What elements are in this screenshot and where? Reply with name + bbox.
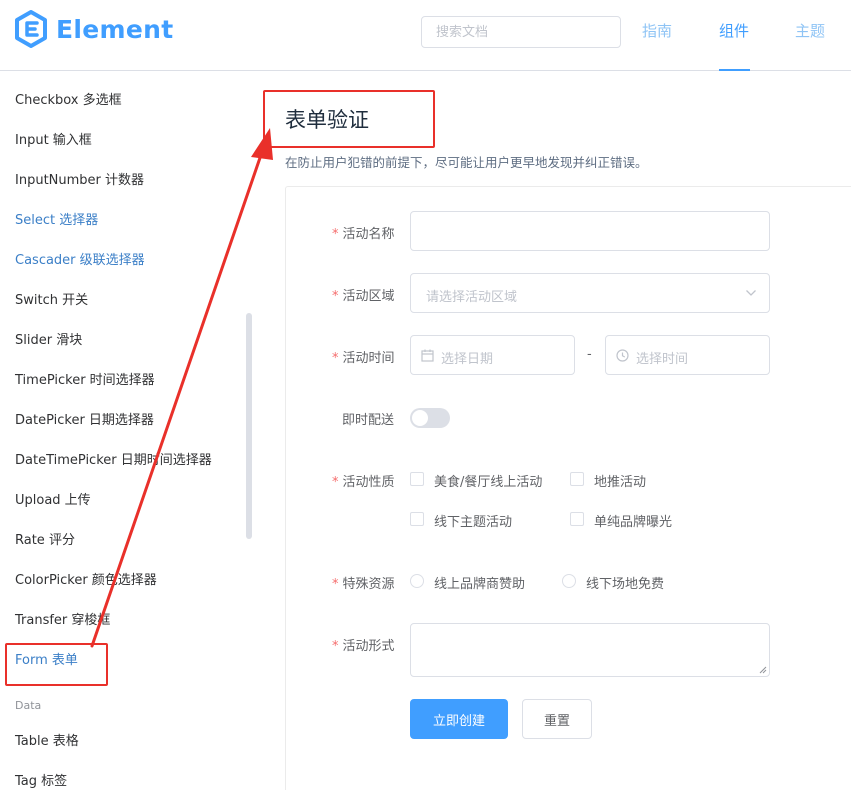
clock-icon — [616, 349, 629, 362]
sidebar-item-timepicker[interactable]: TimePicker 时间选择器 — [15, 369, 155, 388]
search-box[interactable] — [421, 16, 621, 48]
region-placeholder: 请选择活动区域 — [426, 290, 518, 305]
form-label-name: * 活动名称 — [332, 227, 395, 242]
sidebar-item-cascader[interactable]: Cascader 级联选择器 — [15, 249, 145, 268]
search-input[interactable] — [422, 17, 620, 47]
sidebar-item-upload[interactable]: Upload 上传 — [15, 489, 91, 508]
nav-active-indicator — [719, 69, 750, 71]
sidebar-scrollbar[interactable] — [246, 313, 252, 539]
submit-button[interactable]: 立即创建 — [410, 699, 508, 739]
date-picker[interactable]: 选择日期 — [410, 335, 575, 375]
checkbox-online-dining[interactable] — [410, 472, 424, 486]
radio-label-offline-venue[interactable]: 线下场地免费 — [586, 573, 664, 592]
name-input[interactable] — [411, 212, 769, 250]
time-placeholder: 选择时间 — [636, 352, 689, 367]
sidebar-item-colorpicker[interactable]: ColorPicker 颜色选择器 — [15, 569, 157, 588]
form-label-resource: * 特殊资源 — [332, 577, 395, 592]
nav-guide[interactable]: 指南 — [642, 20, 672, 41]
date-separator: - — [587, 347, 592, 362]
resize-grip-icon[interactable] — [759, 666, 767, 674]
checkbox-label-online-dining[interactable]: 美食/餐厅线上活动 — [434, 471, 542, 490]
radio-offline-venue[interactable] — [562, 574, 576, 588]
logo-text: Element — [56, 14, 174, 44]
form-label-desc: * 活动形式 — [332, 639, 395, 654]
sidebar-item-table[interactable]: Table 表格 — [15, 730, 79, 749]
checkbox-label-ground-promo[interactable]: 地推活动 — [594, 471, 646, 490]
sidebar-item-datepicker[interactable]: DatePicker 日期选择器 — [15, 409, 154, 428]
form-label-delivery: 即时配送 — [342, 413, 395, 428]
nav-components[interactable]: 组件 — [719, 20, 749, 41]
annotation-sidebar-highlight — [5, 643, 108, 686]
radio-online-sponsor[interactable] — [410, 574, 424, 588]
calendar-icon — [421, 349, 434, 362]
checkbox-label-brand-exposure[interactable]: 单纯品牌曝光 — [594, 511, 672, 530]
sidebar-item-switch[interactable]: Switch 开关 — [15, 289, 88, 308]
sidebar-item-input[interactable]: Input 输入框 — [15, 129, 92, 148]
form-label-time: * 活动时间 — [332, 351, 395, 366]
sidebar-item-datetimepicker[interactable]: DateTimePicker 日期时间选择器 — [15, 449, 212, 468]
checkbox-brand-exposure[interactable] — [570, 512, 584, 526]
sidebar-item-select[interactable]: Select 选择器 — [15, 209, 98, 228]
region-select[interactable]: 请选择活动区域 — [410, 273, 770, 313]
sidebar-item-checkbox[interactable]: Checkbox 多选框 — [15, 89, 122, 108]
time-picker[interactable]: 选择时间 — [605, 335, 770, 375]
sidebar-item-inputnumber[interactable]: InputNumber 计数器 — [15, 169, 144, 188]
reset-button[interactable]: 重置 — [522, 699, 592, 739]
sidebar-item-slider[interactable]: Slider 滑块 — [15, 329, 82, 348]
element-logo-icon — [15, 10, 47, 48]
sidebar-group-data: Data — [15, 699, 42, 712]
checkbox-ground-promo[interactable] — [570, 472, 584, 486]
sidebar-item-transfer[interactable]: Transfer 穿梭框 — [15, 609, 110, 628]
form-label-region: * 活动区域 — [332, 289, 395, 304]
desc-textarea[interactable] — [410, 623, 770, 677]
name-field[interactable] — [410, 211, 770, 251]
form-label-type: * 活动性质 — [332, 475, 395, 490]
sidebar-item-tag[interactable]: Tag 标签 — [15, 770, 67, 789]
radio-label-online-sponsor[interactable]: 线上品牌商赞助 — [434, 573, 525, 592]
top-header: Element 指南 组件 主题 — [0, 0, 851, 71]
checkbox-label-offline-theme[interactable]: 线下主题活动 — [434, 511, 512, 530]
date-placeholder: 选择日期 — [441, 352, 494, 367]
switch-knob — [412, 410, 428, 426]
chevron-down-icon — [746, 290, 756, 296]
page-description: 在防止用户犯错的前提下，尽可能让用户更早地发现并纠正错误。 — [285, 155, 648, 170]
delivery-switch[interactable] — [410, 408, 450, 428]
checkbox-offline-theme[interactable] — [410, 512, 424, 526]
logo[interactable]: Element — [14, 10, 173, 48]
nav-theme[interactable]: 主题 — [795, 20, 825, 41]
annotation-title-highlight — [263, 90, 435, 148]
sidebar-item-rate[interactable]: Rate 评分 — [15, 529, 75, 548]
